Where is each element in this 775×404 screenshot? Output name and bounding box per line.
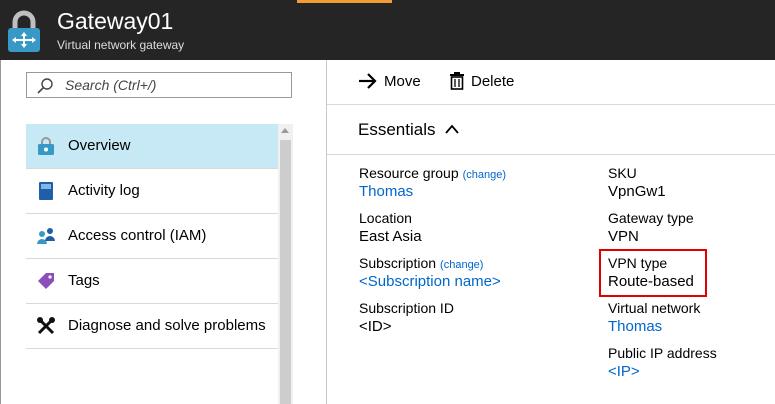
menu-scrollbar[interactable] [278,124,293,404]
property-label: Gateway type [608,210,694,226]
menu-item-label: Activity log [68,182,140,199]
property-sku: SKU VpnGw1 [608,165,666,200]
menu-item-overview[interactable]: Overview [26,124,278,169]
menu-item-label: Access control (IAM) [68,227,207,244]
activity-log-icon [39,182,53,200]
property-subscription-id: Subscription ID <ID> [359,300,454,335]
property-label: Public IP address [608,345,717,361]
move-button[interactable]: Move [358,70,421,92]
page-subtitle: Virtual network gateway [57,38,185,52]
resource-group-link[interactable]: Thomas [359,183,506,200]
overview-lock-icon [38,137,54,155]
search-icon [37,78,53,94]
property-public-ip: Public IP address <IP> [608,345,717,380]
menu-item-label: Diagnose and solve problems [68,317,266,334]
property-label: Resource group [359,165,459,181]
resource-menu: Overview Activity log Access control (IA… [26,124,278,349]
wrench-icon [37,317,55,335]
scrollbar-thumb[interactable] [280,140,291,404]
virtual-network-link[interactable]: Thomas [608,318,700,335]
public-ip-link[interactable]: <IP> [608,363,717,380]
essentials-heading: Essentials [358,120,436,139]
property-label: Location [359,210,412,226]
header-accent-bar [297,0,392,3]
property-virtual-network: Virtual network Thomas [608,300,700,335]
search-input[interactable] [65,75,285,95]
chevron-up-icon[interactable] [445,124,459,134]
menu-item-label: Overview [68,137,131,154]
people-icon [37,228,55,244]
arrow-right-icon [359,73,377,89]
property-label: SKU [608,165,637,181]
tag-icon [38,273,54,289]
property-value: VPN [608,228,639,245]
trash-icon [450,72,464,90]
menu-item-activity-log[interactable]: Activity log [26,169,278,214]
menu-item-tags[interactable]: Tags [26,259,278,304]
pane-divider [326,60,327,404]
property-gateway-type: Gateway type VPN [608,210,694,245]
property-value: East Asia [359,228,422,245]
menu-item-label: Tags [68,272,100,289]
property-label: Subscription [359,255,437,271]
move-label: Move [384,72,421,90]
scroll-up-arrow-icon[interactable] [281,128,289,133]
search-box[interactable] [26,72,292,98]
subscription-link[interactable]: <Subscription name> [359,273,501,290]
menu-item-access-control[interactable]: Access control (IAM) [26,214,278,259]
property-value: <ID> [359,318,392,335]
vpn-type-highlight-box [599,249,707,297]
property-label: Virtual network [608,300,701,316]
property-location: Location East Asia [359,210,422,245]
toolbar-separator [327,104,775,105]
property-label: Subscription ID [359,300,454,316]
page-title: Gateway01 [57,8,174,34]
delete-label: Delete [471,72,515,90]
change-subscription-link[interactable]: (change) [440,259,483,271]
app-header: Gateway01 Virtual network gateway [0,0,775,60]
menu-item-diagnose[interactable]: Diagnose and solve problems [26,304,278,349]
property-resource-group: Resource group (change) Thomas [359,165,506,200]
delete-button[interactable]: Delete [449,70,514,92]
essentials-separator [327,154,775,155]
vpn-gateway-lock-icon [8,10,40,52]
property-subscription: Subscription (change) <Subscription name> [359,255,501,290]
change-resource-group-link[interactable]: (change) [463,169,506,181]
property-value: VpnGw1 [608,183,666,200]
